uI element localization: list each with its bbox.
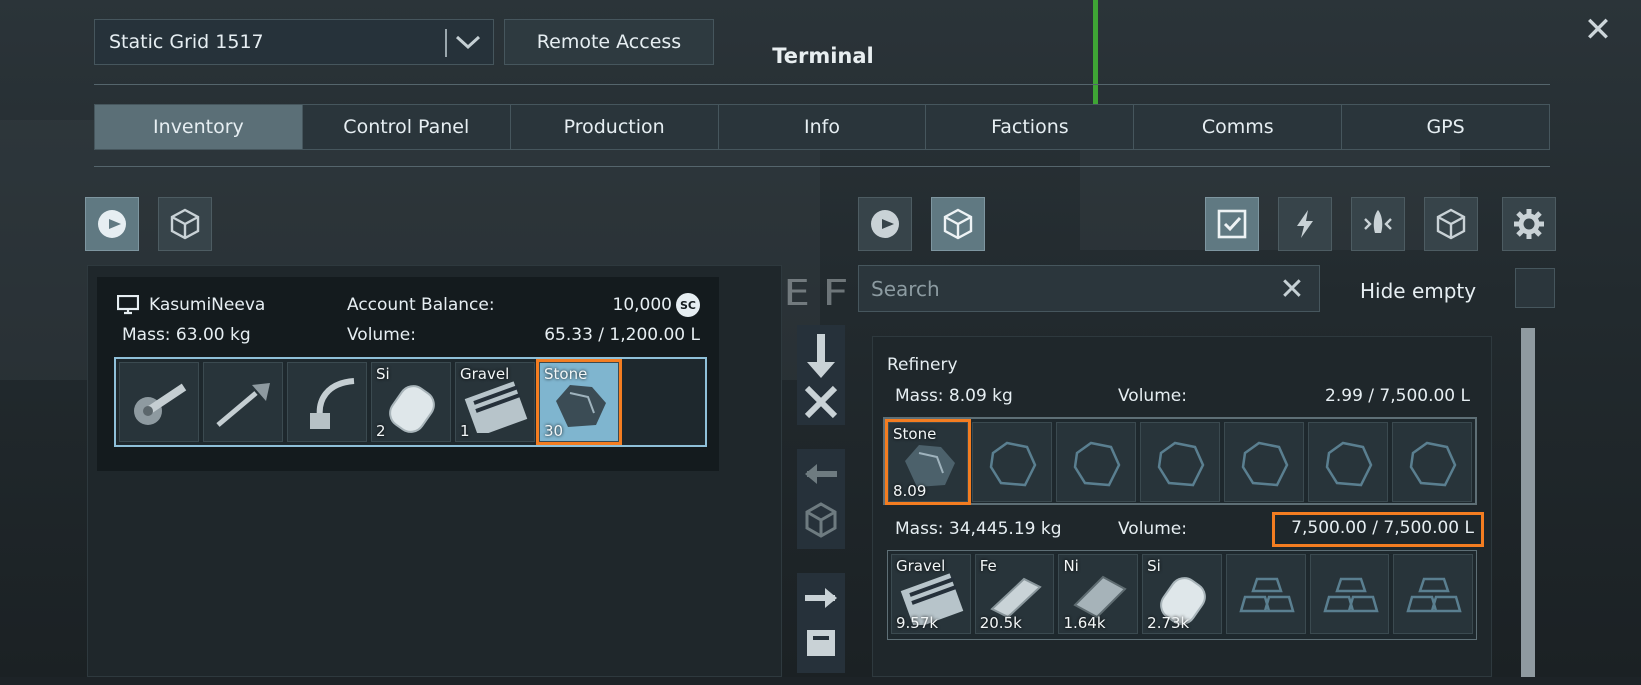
hand-drill-icon	[216, 383, 270, 427]
empty-ingot-slot[interactable]	[1309, 554, 1390, 634]
grid-filter-button[interactable]	[931, 197, 985, 251]
inventory-slot[interactable]: Ni 1.64k	[1058, 554, 1139, 634]
hide-empty-label: Hide empty	[1360, 279, 1477, 303]
lightning-icon	[1297, 210, 1313, 238]
arrow-right-container-icon	[805, 588, 837, 656]
chevron-down-icon[interactable]	[453, 27, 483, 57]
character-volume-value: 65.33 / 1,200.00 L	[544, 325, 700, 345]
filter-storage-button[interactable]	[1424, 197, 1478, 251]
inventory-slot-highlighted[interactable]: Stone 30	[536, 359, 622, 445]
cube-icon	[943, 208, 973, 240]
helmet-icon	[871, 210, 899, 238]
grid-select-value: Static Grid 1517	[109, 31, 264, 53]
tab-inventory[interactable]: Inventory	[94, 104, 303, 150]
monitor-icon	[116, 294, 140, 315]
empty-ore-slot[interactable]	[1224, 422, 1304, 502]
tab-bar: Inventory Control Panel Production Info …	[94, 104, 1551, 150]
character-mass: Mass: 63.00 kg	[122, 325, 251, 345]
checkbox-checked-icon	[1217, 209, 1247, 239]
cube-icon	[170, 208, 200, 240]
inventory-slot[interactable]: Si 2	[371, 362, 451, 442]
inventory-slot[interactable]: Gravel 1	[455, 362, 535, 442]
account-balance-label: Account Balance:	[347, 295, 495, 315]
ingot-placeholder-icon	[1406, 577, 1462, 613]
character-name: KasumiNeeva	[149, 295, 266, 315]
tab-gps[interactable]: GPS	[1342, 104, 1551, 150]
background-green-beam	[1093, 0, 1098, 105]
welder-icon	[310, 378, 355, 429]
inventory-slot[interactable]: Si 2.73k	[1142, 554, 1222, 634]
tab-production[interactable]: Production	[510, 104, 719, 150]
filter-thrusters-button[interactable]	[1351, 197, 1405, 251]
refinery-title: Refinery	[887, 355, 958, 375]
transfer-left-button[interactable]	[797, 449, 845, 549]
gear-icon	[1514, 209, 1544, 239]
empty-ingot-slot[interactable]	[1225, 554, 1306, 634]
space-credits-icon: SC	[676, 293, 700, 317]
filter-settings-button[interactable]	[1502, 197, 1556, 251]
inventory-slot[interactable]	[287, 362, 367, 442]
close-icon[interactable]: ✕	[1578, 10, 1618, 50]
arrow-left-cube-icon	[805, 464, 837, 538]
ore-placeholder-icon	[989, 441, 1037, 487]
refinery-output-mass: Mass: 34,445.19 kg	[895, 519, 1062, 539]
rocket-icon	[1364, 210, 1392, 233]
ingot-placeholder-icon	[1322, 577, 1379, 613]
inventory-slot[interactable]: Fe 20.5k	[974, 554, 1055, 634]
transfer-controls	[797, 325, 845, 685]
ore-placeholder-icon	[1157, 441, 1205, 487]
divider	[94, 84, 1550, 85]
cube-icon	[1436, 208, 1466, 240]
empty-ore-slot[interactable]	[1392, 422, 1472, 502]
tab-info[interactable]: Info	[718, 104, 927, 150]
character-volume-label: Volume:	[347, 325, 416, 345]
empty-ore-slot[interactable]	[1140, 422, 1220, 502]
page-title: Terminal	[772, 44, 874, 68]
inventory-slot[interactable]: Gravel 9.57k	[891, 554, 971, 634]
volume-highlight-box	[1272, 512, 1484, 547]
inventory-slot[interactable]	[203, 362, 283, 442]
refinery-input-grid: Stone 8.09	[883, 417, 1477, 505]
ore-placeholder-icon	[1073, 441, 1121, 487]
scrollbar[interactable]	[1521, 328, 1535, 677]
divider	[445, 29, 447, 57]
transfer-right-button[interactable]	[797, 573, 845, 673]
tab-comms[interactable]: Comms	[1134, 104, 1343, 150]
ore-placeholder-icon	[1409, 441, 1457, 487]
remote-access-button[interactable]: Remote Access	[504, 19, 714, 65]
inventory-slot-highlighted[interactable]: Stone 8.09	[885, 419, 971, 505]
ore-placeholder-icon	[1241, 441, 1289, 487]
search-input[interactable]: Search ✕	[858, 265, 1320, 312]
empty-ore-slot[interactable]	[1056, 422, 1136, 502]
tab-factions[interactable]: Factions	[926, 104, 1135, 150]
refinery-output-volume-label: Volume:	[1118, 519, 1187, 539]
empty-ore-slot[interactable]	[1308, 422, 1388, 502]
inventory-slot[interactable]	[119, 362, 199, 442]
tab-control-panel[interactable]: Control Panel	[302, 104, 511, 150]
arrow-down-cross-icon	[804, 334, 838, 419]
character-inventory-grid: Si 2 Gravel 1 Stone 30	[114, 357, 707, 447]
grid-filter-button[interactable]	[158, 197, 212, 251]
account-balance-value: 10,000	[612, 295, 672, 315]
hide-empty-checkbox[interactable]	[1515, 268, 1555, 308]
angle-grinder-icon	[134, 383, 187, 425]
empty-ore-slot[interactable]	[972, 422, 1052, 502]
empty-ingot-slot[interactable]	[1393, 554, 1474, 634]
filter-energy-button[interactable]	[1278, 197, 1332, 251]
refinery-input-volume-label: Volume:	[1118, 386, 1187, 406]
grid-select[interactable]: Static Grid 1517	[94, 19, 494, 65]
refinery-output-grid: Gravel 9.57k Fe 20.5k Ni 1.64k Si 2.73k	[887, 550, 1477, 640]
character-filter-button[interactable]	[85, 197, 139, 251]
helmet-icon	[98, 210, 126, 238]
character-filter-button[interactable]	[858, 197, 912, 251]
ingot-placeholder-icon	[1239, 577, 1295, 613]
clear-search-icon[interactable]: ✕	[1275, 272, 1309, 307]
refinery-input-mass: Mass: 8.09 kg	[895, 386, 1013, 406]
transfer-down-cancel-button[interactable]	[797, 325, 845, 425]
ore-placeholder-icon	[1325, 441, 1373, 487]
filter-all-button[interactable]	[1205, 197, 1259, 251]
divider	[94, 166, 1550, 167]
refinery-input-volume-value: 2.99 / 7,500.00 L	[1325, 386, 1470, 406]
